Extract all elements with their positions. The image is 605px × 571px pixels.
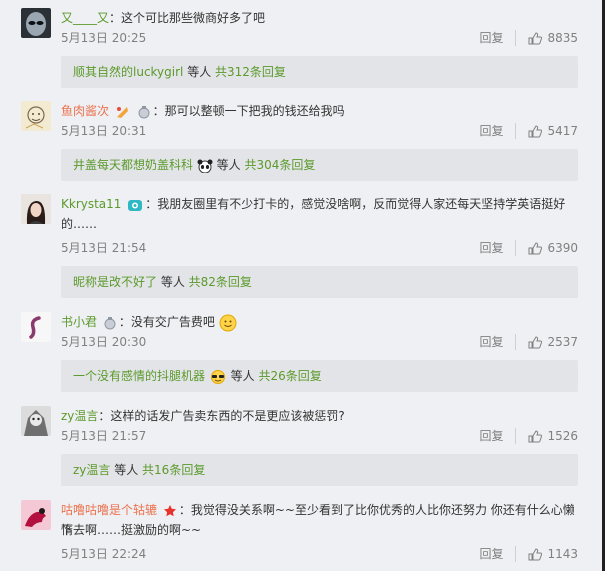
reply-total-link[interactable]: 共304条回复 — [244, 158, 315, 172]
thumb-up-icon[interactable] — [528, 124, 543, 138]
comment-actions: 回复 6390 — [479, 240, 578, 256]
reply-user-link[interactable]: 井盖每天都想奶盖科科 — [73, 158, 193, 172]
reply-summary[interactable]: 一个没有感情的抖腿机器 等人 共26条回复 — [61, 360, 578, 392]
comment-actions: 回复 5417 — [479, 123, 578, 139]
thumb-up-icon[interactable] — [528, 335, 543, 349]
comment-actions: 回复 1143 — [479, 546, 578, 562]
reply-user-link[interactable]: zy温言 — [73, 463, 110, 477]
reply-summary[interactable]: 井盖每天都想奶盖科科 等人 共304条回复 — [61, 149, 578, 181]
reply-total-link[interactable]: 共26条回复 — [258, 369, 321, 383]
like-count: 8835 — [547, 31, 578, 45]
comment-text-line: 书小君 ：没有交广告费吧 — [61, 312, 578, 332]
reply-mid-text: 等人 — [183, 65, 216, 79]
username-link[interactable]: 咕噜咕噜是个轱辘 — [61, 503, 157, 517]
avatar[interactable] — [21, 500, 51, 530]
thumb-up-icon[interactable] — [528, 31, 543, 45]
comment-text: ：没有交广告费吧 — [118, 315, 215, 329]
username-link[interactable]: 鱼肉酱次 — [61, 104, 109, 118]
reply-button[interactable]: 回复 — [479, 546, 517, 562]
comment-text: ：这个可比那些微商好多了吧 — [109, 11, 266, 25]
comment-text-line-2: 的…… — [61, 217, 98, 231]
reply-total-link[interactable]: 共16条回复 — [142, 463, 205, 477]
reply-button[interactable]: 回复 — [479, 334, 517, 350]
reply-summary[interactable]: zy温言 等人 共16条回复 — [61, 454, 578, 486]
timestamp: 5月13日 20:30 — [61, 335, 147, 349]
comment-text: ：这样的话发广告卖东西的不是更应该被惩罚? — [98, 409, 345, 423]
comment-actions: 回复 8835 — [479, 30, 578, 46]
username-link[interactable]: 书小君 — [61, 315, 97, 329]
sunglasses-emoji-icon — [210, 369, 225, 384]
reply-user-link[interactable]: 顺其自然的luckygirl — [73, 65, 183, 79]
avatar[interactable] — [21, 101, 51, 131]
reply-summary[interactable]: 顺其自然的luckygirl 等人 共312条回复 — [61, 56, 578, 88]
thumb-up-icon[interactable] — [528, 547, 543, 561]
comment-actions: 回复 1526 — [479, 428, 578, 444]
smile-emoji-icon — [219, 314, 237, 331]
gift-badge-icon — [116, 106, 128, 118]
reply-user-link[interactable]: 昵称是改不好了 — [73, 275, 157, 289]
comment-text-line: zy温言：这样的话发广告卖东西的不是更应该被惩罚? — [61, 406, 578, 426]
thumb-up-icon[interactable] — [528, 241, 543, 255]
reply-button[interactable]: 回复 — [479, 428, 517, 444]
reply-total-link[interactable]: 共82条回复 — [189, 275, 252, 289]
timestamp: 5月13日 20:31 — [61, 124, 147, 138]
like-count: 6390 — [547, 241, 578, 255]
username-link[interactable]: Kkrysta11 — [61, 197, 121, 211]
star-badge-icon — [163, 504, 176, 516]
username-link[interactable]: 又____又 — [61, 11, 109, 25]
avatar[interactable] — [21, 406, 51, 436]
like-count: 1526 — [547, 429, 578, 443]
medal-badge-icon — [104, 316, 116, 329]
avatar[interactable] — [21, 194, 51, 224]
timestamp: 5月13日 21:57 — [61, 429, 147, 443]
timestamp: 5月13日 22:24 — [61, 547, 147, 561]
reply-mid-text: 等人 — [226, 369, 259, 383]
reply-mid-text: 等人 — [157, 275, 189, 289]
reply-button[interactable]: 回复 — [479, 30, 517, 46]
timestamp: 5月13日 20:25 — [61, 31, 147, 45]
panda-emoji-icon — [197, 159, 213, 173]
comment-text-line: 又____又：这个可比那些微商好多了吧 — [61, 8, 578, 28]
like-count: 2537 — [547, 335, 578, 349]
comment-text: ：我朋友圈里有不少打卡的，感觉没啥啊，反而觉得人家还每天坚持学英语挺好 — [145, 197, 566, 211]
reply-button[interactable]: 回复 — [479, 123, 517, 139]
thumb-up-icon[interactable] — [528, 429, 543, 443]
reply-user-link[interactable]: 一个没有感情的抖腿机器 — [73, 369, 205, 383]
username-link[interactable]: zy温言 — [61, 409, 98, 423]
comment-text: ：那可以整顿一下把我的钱还给我吗 — [152, 104, 345, 118]
reply-total-link[interactable]: 共312条回复 — [215, 65, 286, 79]
medal-badge-icon — [138, 105, 150, 118]
like-count: 5417 — [547, 124, 578, 138]
like-count: 1143 — [547, 547, 578, 561]
timestamp: 5月13日 21:54 — [61, 241, 147, 255]
comment-text-line: 鱼肉酱次 ：那可以整顿一下把我的钱还给我吗 — [61, 101, 578, 121]
comment-text-line: Kkrysta11 ：我朋友圈里有不少打卡的，感觉没啥啊，反而觉得人家还每天坚持… — [61, 194, 578, 214]
avatar[interactable] — [21, 8, 51, 38]
comment-text-line-2: 下去啊……挺激励的啊~~ — [61, 523, 202, 537]
reply-mid-text: 等人 — [110, 463, 143, 477]
avatar[interactable] — [21, 312, 51, 342]
reply-summary[interactable]: 昵称是改不好了 等人 共82条回复 — [61, 266, 578, 298]
camera-badge-icon — [128, 199, 143, 211]
reply-mid-text: 等人 — [212, 158, 245, 172]
reply-button[interactable]: 回复 — [479, 240, 517, 256]
comment-actions: 回复 2537 — [479, 334, 578, 350]
